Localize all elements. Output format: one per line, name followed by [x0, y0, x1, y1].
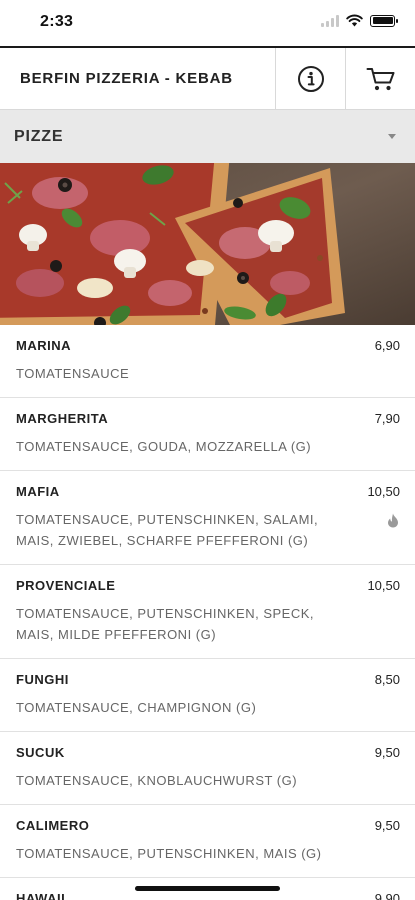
- menu-item-price: 8,50: [374, 672, 400, 687]
- menu-item-description: TOMATENSAUCE, PUTENSCHINKEN, MAIS (G): [16, 846, 322, 861]
- menu-item-price: 9,90: [374, 891, 400, 900]
- menu-item-name: HAWAII: [16, 891, 66, 900]
- menu-item-price: 9,50: [374, 745, 400, 760]
- menu-item-name: MAFIA: [16, 484, 60, 499]
- info-circle-icon: [297, 65, 324, 92]
- info-button[interactable]: [275, 48, 345, 109]
- menu-item-name: MARINA: [16, 338, 71, 353]
- menu-item-name: CALIMERO: [16, 818, 90, 833]
- status-bar: 2:33: [0, 0, 415, 46]
- home-indicator[interactable]: [135, 886, 280, 891]
- menu-item-name: SUCUK: [16, 745, 65, 760]
- wifi-icon: [346, 14, 363, 27]
- menu-item-price: 6,90: [374, 338, 400, 353]
- category-selected-label: PIZZE: [14, 127, 64, 145]
- shopping-cart-icon: [366, 67, 394, 90]
- menu-item-list: MARINA 6,90 TOMATENSAUCE MARGHERITA 7,90…: [0, 325, 415, 900]
- menu-item-description: TOMATENSAUCE, PUTENSCHINKEN, SALAMI, MAI…: [16, 512, 319, 548]
- cart-button[interactable]: [345, 48, 415, 109]
- menu-item-description: TOMATENSAUCE, GOUDA, MOZZARELLA (G): [16, 439, 312, 454]
- menu-item[interactable]: PROVENCIALE 10,50 TOMATENSAUCE, PUTENSCH…: [0, 565, 415, 659]
- menu-item-description: TOMATENSAUCE, PUTENSCHINKEN, SPECK, MAIS…: [16, 606, 315, 642]
- menu-item-description: TOMATENSAUCE: [16, 366, 130, 381]
- battery-icon: [370, 14, 398, 27]
- menu-item-name: FUNGHI: [16, 672, 69, 687]
- chevron-down-icon: [388, 134, 396, 139]
- app-header: BERFIN PIZZERIA - KEBAB: [0, 46, 415, 110]
- menu-item-name: MARGHERITA: [16, 411, 109, 426]
- menu-item[interactable]: MARINA 6,90 TOMATENSAUCE: [0, 325, 415, 398]
- menu-item-description: TOMATENSAUCE, CHAMPIGNON (G): [16, 700, 257, 715]
- category-hero-image: [0, 163, 415, 325]
- menu-item[interactable]: CALIMERO 9,50 TOMATENSAUCE, PUTENSCHINKE…: [0, 805, 415, 878]
- menu-item-price: 7,90: [374, 411, 400, 426]
- menu-item-name: PROVENCIALE: [16, 578, 116, 593]
- restaurant-title: BERFIN PIZZERIA - KEBAB: [20, 70, 233, 87]
- cellular-signal-icon: [321, 14, 339, 27]
- menu-item-price: 9,50: [374, 818, 400, 833]
- menu-item[interactable]: FUNGHI 8,50 TOMATENSAUCE, CHAMPIGNON (G): [0, 659, 415, 732]
- category-dropdown[interactable]: PIZZE: [0, 110, 415, 163]
- menu-item[interactable]: MARGHERITA 7,90 TOMATENSAUCE, GOUDA, MOZ…: [0, 398, 415, 471]
- menu-item[interactable]: MAFIA 10,50 TOMATENSAUCE, PUTENSCHINKEN,…: [0, 471, 415, 565]
- menu-item-description: TOMATENSAUCE, KNOBLAUCHWURST (G): [16, 773, 298, 788]
- status-icons: [321, 14, 398, 27]
- flame-icon: [388, 513, 398, 528]
- menu-item[interactable]: SUCUK 9,50 TOMATENSAUCE, KNOBLAUCHWURST …: [0, 732, 415, 805]
- menu-item-price: 10,50: [367, 578, 400, 593]
- menu-item-price: 10,50: [367, 484, 400, 499]
- status-time: 2:33: [40, 13, 74, 30]
